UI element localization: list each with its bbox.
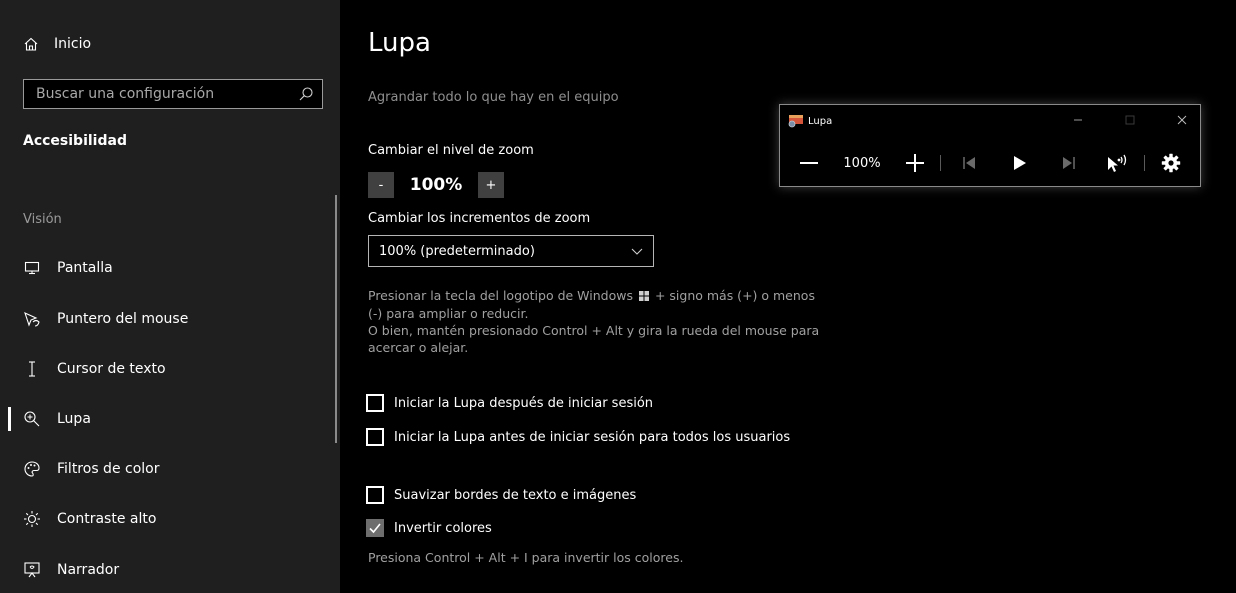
zoom-decrease-button[interactable]: - (368, 172, 394, 198)
smooth-edges-checkbox[interactable] (366, 486, 384, 504)
play-button[interactable] (1004, 145, 1034, 181)
toolbar-separator (940, 155, 941, 171)
start-before-login-checkbox[interactable] (366, 428, 384, 446)
previous-button[interactable] (954, 145, 984, 181)
smooth-edges-label: Suavizar bordes de texto e imágenes (394, 487, 637, 503)
nav-home[interactable]: Inicio (22, 30, 91, 58)
page-title: Lupa (368, 28, 431, 58)
desc-line1b-text: + signo más (+) o menos (654, 288, 815, 303)
narrator-icon (22, 560, 42, 580)
zoom-level-label: Cambiar el nivel de zoom (368, 143, 534, 158)
sidebar-item-label: Puntero del mouse (57, 311, 189, 327)
sidebar-item-pantalla[interactable]: Pantalla (0, 248, 336, 288)
next-button[interactable] (1054, 145, 1084, 181)
search-box[interactable] (23, 79, 323, 109)
zoom-increase-button[interactable]: + (478, 172, 504, 198)
magnifier-icon (22, 409, 42, 429)
home-icon (22, 35, 40, 53)
play-icon (1014, 156, 1026, 170)
zoom-in-button[interactable] (900, 145, 930, 181)
zoom-out-button[interactable] (794, 145, 824, 181)
zoom-level-value: 100% (409, 175, 463, 195)
invert-hint: Presiona Control + Alt + I para invertir… (368, 550, 684, 565)
sidebar-item-cursor-texto[interactable]: Cursor de texto (0, 349, 336, 389)
pointer-speak-icon (1108, 154, 1127, 172)
main-content: Lupa Agrandar todo lo que hay en el equi… (340, 0, 1236, 593)
magnifier-zoom-value: 100% (843, 155, 881, 171)
sidebar-item-label: Filtros de color (57, 461, 160, 477)
category-title: Accesibilidad (23, 133, 127, 149)
zoom-increments-value: 100% (predeterminado) (379, 243, 535, 259)
nav-home-label: Inicio (54, 36, 92, 52)
minimize-button[interactable] (1068, 111, 1088, 129)
invert-colors-checkbox[interactable] (366, 519, 384, 537)
start-after-login-checkbox[interactable] (366, 394, 384, 412)
desc-line-1: Presionar la tecla del logotipo de Windo… (368, 287, 838, 305)
sidebar-item-filtros-color[interactable]: Filtros de color (0, 449, 336, 489)
sidebar-item-label: Contraste alto (57, 511, 157, 527)
close-button[interactable] (1172, 111, 1192, 129)
sidebar-item-label: Pantalla (57, 260, 113, 276)
start-after-login-checkbox-row[interactable]: Iniciar la Lupa después de iniciar sesió… (366, 392, 653, 414)
magnifier-settings-button[interactable] (1154, 145, 1188, 181)
zoom-shortcut-description: Presionar la tecla del logotipo de Windo… (368, 287, 838, 356)
sidebar-item-label: Cursor de texto (57, 361, 166, 377)
sidebar-scrollbar[interactable] (335, 195, 337, 443)
sidebar-item-label: Narrador (57, 562, 120, 578)
chevron-down-icon (631, 245, 643, 257)
desc-line-3: O bien, mantén presionado Control + Alt … (368, 323, 820, 338)
sidebar-item-label: Lupa (57, 411, 91, 427)
start-before-login-label: Iniciar la Lupa antes de iniciar sesión … (394, 429, 791, 445)
skip-forward-icon (1063, 157, 1075, 169)
start-before-login-checkbox-row[interactable]: Iniciar la Lupa antes de iniciar sesión … (366, 426, 790, 448)
checkmark-icon (369, 523, 381, 534)
invert-colors-checkbox-row[interactable]: Invertir colores (366, 517, 492, 539)
skip-back-icon (963, 157, 975, 169)
gear-icon (1161, 153, 1181, 173)
desc-line1-text: Presionar la tecla del logotipo de Windo… (368, 288, 633, 303)
palette-icon (22, 459, 42, 479)
sidebar-item-puntero[interactable]: Puntero del mouse (0, 299, 336, 339)
zoom-increments-dropdown[interactable]: 100% (predeterminado) (368, 235, 654, 267)
search-icon[interactable] (298, 86, 314, 102)
read-from-here-button[interactable] (1102, 145, 1136, 181)
smooth-edges-checkbox-row[interactable]: Suavizar bordes de texto e imágenes (366, 484, 636, 506)
start-after-login-label: Iniciar la Lupa después de iniciar sesió… (394, 395, 654, 411)
plus-icon (906, 154, 924, 172)
selection-indicator (8, 407, 11, 431)
minus-icon (800, 162, 818, 164)
sidebar-item-narrador[interactable]: Narrador (0, 550, 336, 590)
magnifier-window[interactable]: Lupa 100% (779, 104, 1201, 187)
magnifier-title: Lupa (808, 115, 833, 127)
desc-line-2: (-) para ampliar o reducir. (368, 306, 529, 321)
windows-logo-icon (638, 288, 649, 305)
zoom-level-control: - 100% + (368, 171, 504, 199)
sidebar-item-contraste-alto[interactable]: Contraste alto (0, 499, 336, 539)
sidebar: Inicio Accesibilidad Visión Pantalla Pun… (0, 0, 340, 593)
magnifier-toolbar: 100% (780, 145, 1200, 181)
text-cursor-icon (22, 359, 42, 379)
pointer-icon (22, 309, 42, 329)
maximize-button[interactable] (1120, 111, 1140, 129)
group-title-vision: Visión (23, 212, 62, 227)
monitor-icon (22, 258, 42, 278)
magnifier-app-icon (788, 114, 804, 128)
toolbar-separator (1144, 155, 1145, 171)
magnifier-titlebar: Lupa (788, 113, 832, 129)
sidebar-item-lupa[interactable]: Lupa (0, 399, 336, 439)
zoom-increments-label: Cambiar los incrementos de zoom (368, 211, 591, 226)
invert-colors-label: Invertir colores (394, 520, 492, 536)
search-input[interactable] (36, 86, 298, 102)
sun-icon (22, 509, 42, 529)
page-subtitle: Agrandar todo lo que hay en el equipo (368, 90, 619, 105)
desc-line-4: acercar o alejar. (368, 340, 469, 355)
